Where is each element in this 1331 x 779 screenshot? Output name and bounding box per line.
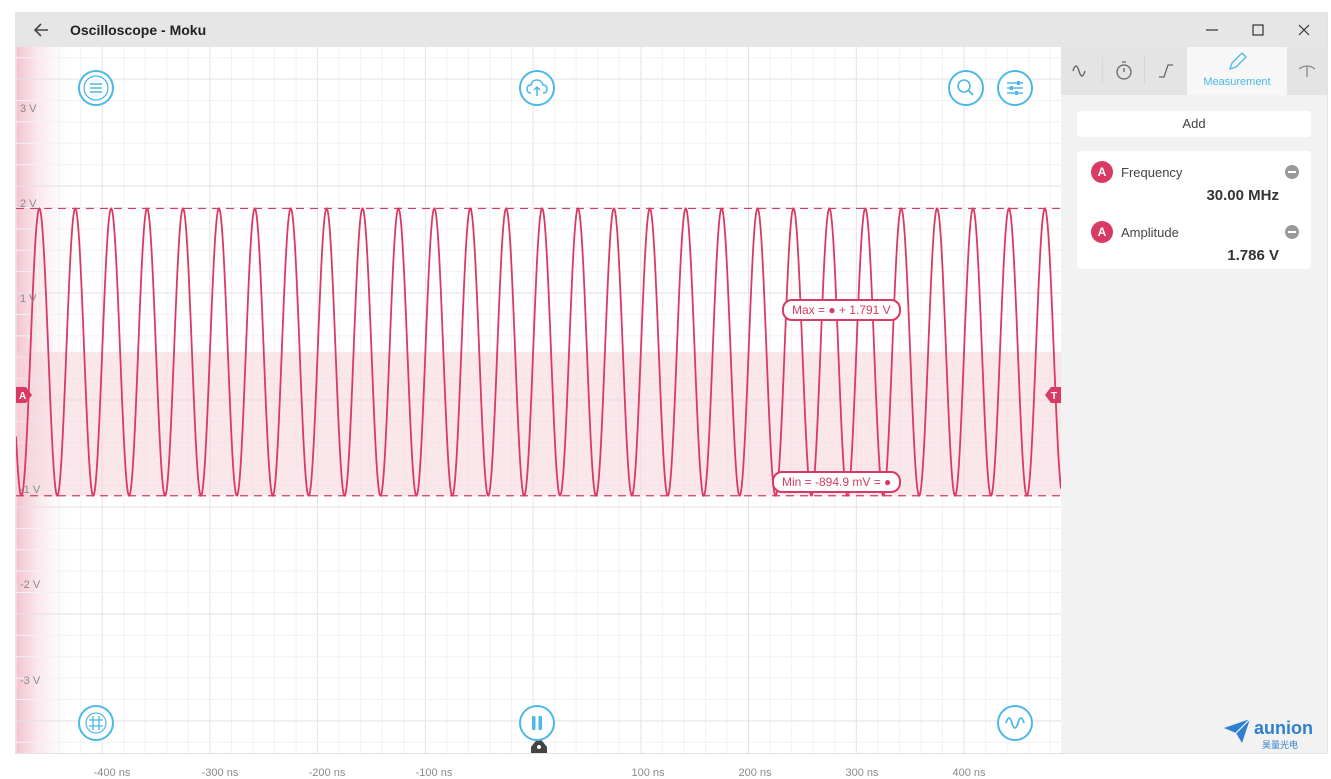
window-title: Oscilloscope - Moku bbox=[70, 22, 207, 38]
sine-wave-icon bbox=[1072, 57, 1104, 85]
x-tick-label: -100 ns bbox=[415, 767, 453, 779]
close-button[interactable] bbox=[1282, 17, 1326, 43]
x-tick-label: -400 ns bbox=[93, 767, 131, 779]
add-measurement-button[interactable]: Add bbox=[1077, 111, 1311, 137]
minimize-button[interactable] bbox=[1190, 17, 1234, 43]
measurement-name: Frequency bbox=[1121, 165, 1183, 180]
tab-measurement[interactable]: Measurement bbox=[1187, 47, 1287, 95]
tab-probe[interactable] bbox=[1287, 47, 1327, 95]
remove-measurement-button[interactable] bbox=[1285, 225, 1299, 239]
x-tick-label: 200 ns bbox=[738, 767, 772, 779]
hamburger-menu-icon bbox=[83, 75, 109, 101]
brand-name: aunion bbox=[1254, 718, 1313, 738]
grid-toggle-button[interactable] bbox=[78, 705, 114, 741]
y-tick-label: -1 V bbox=[20, 484, 41, 496]
paper-plane-logo-icon bbox=[1224, 718, 1251, 743]
back-button[interactable] bbox=[32, 20, 52, 40]
tab-measurement-label: Measurement bbox=[1203, 76, 1271, 88]
min-cursor-label[interactable]: Min = -894.9 mV = ● bbox=[772, 471, 902, 493]
zoom-button[interactable] bbox=[948, 70, 984, 106]
stopwatch-icon bbox=[1116, 57, 1146, 85]
sliders-icon bbox=[1007, 81, 1023, 95]
main-menu-button[interactable] bbox=[78, 70, 114, 106]
pencil-icon bbox=[1228, 52, 1247, 71]
y-tick-label: 3 V bbox=[20, 103, 37, 115]
tab-inputs[interactable] bbox=[1061, 47, 1104, 95]
probe-icon bbox=[1298, 65, 1316, 77]
close-icon bbox=[1298, 24, 1310, 36]
y-tick-label: -2 V bbox=[20, 579, 41, 591]
waveform-button[interactable] bbox=[997, 705, 1033, 741]
y-tick-label: 1 V bbox=[20, 293, 37, 305]
channel-badge: A bbox=[1091, 161, 1113, 183]
search-icon bbox=[957, 79, 974, 96]
x-tick-label: 100 ns bbox=[631, 767, 665, 779]
x-tick-label: 400 ns bbox=[952, 767, 986, 779]
channel-marker-label: A bbox=[19, 391, 26, 402]
x-tick-label: 300 ns bbox=[845, 767, 879, 779]
scope-plot-area[interactable]: A T 3 V 2 V 1 V -1 V -2 V -3 V -400 ns -… bbox=[16, 47, 1061, 779]
tab-timebase[interactable] bbox=[1103, 47, 1146, 95]
maximize-icon bbox=[1252, 24, 1264, 36]
brand-subtitle: 昊量光电 bbox=[1262, 740, 1299, 750]
measurement-value: 1.786 V bbox=[1227, 247, 1279, 264]
app-window: Oscilloscope - Moku A T 3 V 2 V 1 V -1 V… bbox=[15, 12, 1328, 779]
cloud-upload-button[interactable] bbox=[519, 70, 555, 106]
pause-button[interactable] bbox=[519, 705, 555, 741]
max-cursor-label[interactable]: Max = ● + 1.791 V bbox=[782, 299, 901, 321]
y-tick-label: 2 V bbox=[20, 198, 37, 210]
y-tick-label: -3 V bbox=[20, 675, 41, 687]
brand-watermark: aunion 昊量光电 bbox=[1222, 716, 1322, 750]
trigger-marker-label: T bbox=[1051, 391, 1057, 402]
settings-sliders-button[interactable] bbox=[997, 70, 1033, 106]
maximize-button[interactable] bbox=[1236, 17, 1280, 43]
measurements-card: A Frequency 30.00 MHz A Amplitude 1.786 … bbox=[1077, 151, 1311, 269]
measurement-name: Amplitude bbox=[1121, 225, 1179, 240]
tab-trigger[interactable] bbox=[1145, 47, 1187, 95]
x-tick-label: -200 ns bbox=[308, 767, 346, 779]
measurement-value: 30.00 MHz bbox=[1206, 187, 1279, 204]
minimize-icon bbox=[1206, 29, 1218, 31]
cloud-upload-icon bbox=[526, 79, 548, 96]
x-tick-label: -300 ns bbox=[201, 767, 239, 779]
channel-badge: A bbox=[1091, 221, 1113, 243]
side-tabs: Measurement bbox=[1061, 47, 1327, 95]
side-panel: Measurement Add A Frequency 30.00 MHz A … bbox=[1061, 47, 1327, 753]
scope-trace-canvas[interactable]: A T bbox=[16, 47, 1061, 753]
title-bar: Oscilloscope - Moku bbox=[16, 13, 1327, 47]
grid-icon bbox=[85, 712, 107, 734]
trigger-edge-icon bbox=[1159, 64, 1173, 78]
remove-measurement-button[interactable] bbox=[1285, 165, 1299, 179]
pause-icon bbox=[532, 716, 542, 730]
arrow-left-icon bbox=[33, 23, 48, 37]
sine-wave-icon bbox=[1005, 717, 1025, 729]
